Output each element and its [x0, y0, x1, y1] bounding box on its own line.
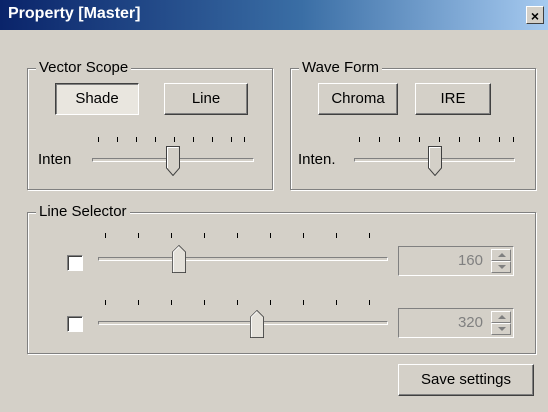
- tick: [138, 233, 139, 238]
- tick: [513, 137, 514, 142]
- tick: [336, 233, 337, 238]
- tick: [171, 300, 172, 305]
- tick: [244, 137, 245, 142]
- tick: [174, 137, 175, 142]
- tick: [105, 233, 106, 238]
- line-2-spin-buttons: [491, 311, 511, 335]
- line-1-track: [98, 257, 388, 261]
- line-button[interactable]: Line: [164, 83, 248, 115]
- tick: [231, 137, 232, 142]
- line-2-track: [98, 321, 388, 325]
- vector-scope-inten-label: Inten: [38, 151, 72, 168]
- line-1-slider-thumb[interactable]: [172, 244, 186, 274]
- tick: [193, 137, 194, 142]
- line-2-value: 320: [457, 314, 483, 331]
- spin-up-icon[interactable]: [491, 311, 511, 323]
- tick: [399, 137, 400, 142]
- tick: [419, 137, 420, 142]
- close-button[interactable]: ×: [526, 6, 544, 24]
- line-selector-legend: Line Selector: [36, 203, 130, 220]
- spin-down-icon[interactable]: [491, 261, 511, 273]
- shade-button[interactable]: Shade: [55, 83, 139, 115]
- tick: [237, 233, 238, 238]
- line-1-value: 160: [457, 252, 483, 269]
- tick: [459, 137, 460, 142]
- wave-form-group: Wave Form Chroma IRE Inten.: [290, 59, 536, 190]
- tick: [138, 300, 139, 305]
- tick: [171, 233, 172, 238]
- tick: [369, 300, 370, 305]
- tick: [303, 300, 304, 305]
- tick: [117, 137, 118, 142]
- ire-button[interactable]: IRE: [415, 83, 491, 115]
- tick: [499, 137, 500, 142]
- vector-scope-legend: Vector Scope: [36, 59, 132, 76]
- tick: [439, 137, 440, 142]
- tick: [105, 300, 106, 305]
- tick: [204, 233, 205, 238]
- wave-form-legend: Wave Form: [299, 59, 382, 76]
- line-1-spinbox[interactable]: 160: [398, 246, 514, 276]
- chroma-button[interactable]: Chroma: [318, 83, 398, 115]
- wave-form-intensity-thumb[interactable]: [428, 146, 442, 176]
- title-bar: Property [Master] ×: [0, 0, 548, 30]
- line-1-checkbox[interactable]: [67, 255, 83, 271]
- line-2-spinbox[interactable]: 320: [398, 308, 514, 338]
- tick: [237, 300, 238, 305]
- tick: [270, 300, 271, 305]
- tick: [98, 137, 99, 142]
- vector-scope-intensity-thumb[interactable]: [166, 146, 180, 176]
- tick: [336, 300, 337, 305]
- wave-form-inten-label: Inten.: [298, 151, 336, 168]
- line-selector-group: Line Selector 160 320: [27, 203, 536, 354]
- close-icon: ×: [530, 8, 540, 24]
- vector-scope-group: Vector Scope Shade Line Inten: [27, 59, 273, 190]
- tick: [369, 233, 370, 238]
- spin-up-icon[interactable]: [491, 249, 511, 261]
- save-settings-button[interactable]: Save settings: [398, 364, 534, 396]
- line-1-spin-buttons: [491, 249, 511, 273]
- line-2-checkbox[interactable]: [67, 316, 83, 332]
- tick: [204, 300, 205, 305]
- window-title: Property [Master]: [8, 5, 141, 22]
- tick: [212, 137, 213, 142]
- tick: [359, 137, 360, 142]
- tick: [155, 137, 156, 142]
- spin-down-icon[interactable]: [491, 323, 511, 335]
- tick: [303, 233, 304, 238]
- tick: [479, 137, 480, 142]
- tick: [379, 137, 380, 142]
- line-2-slider-thumb[interactable]: [250, 309, 264, 339]
- tick: [136, 137, 137, 142]
- tick: [270, 233, 271, 238]
